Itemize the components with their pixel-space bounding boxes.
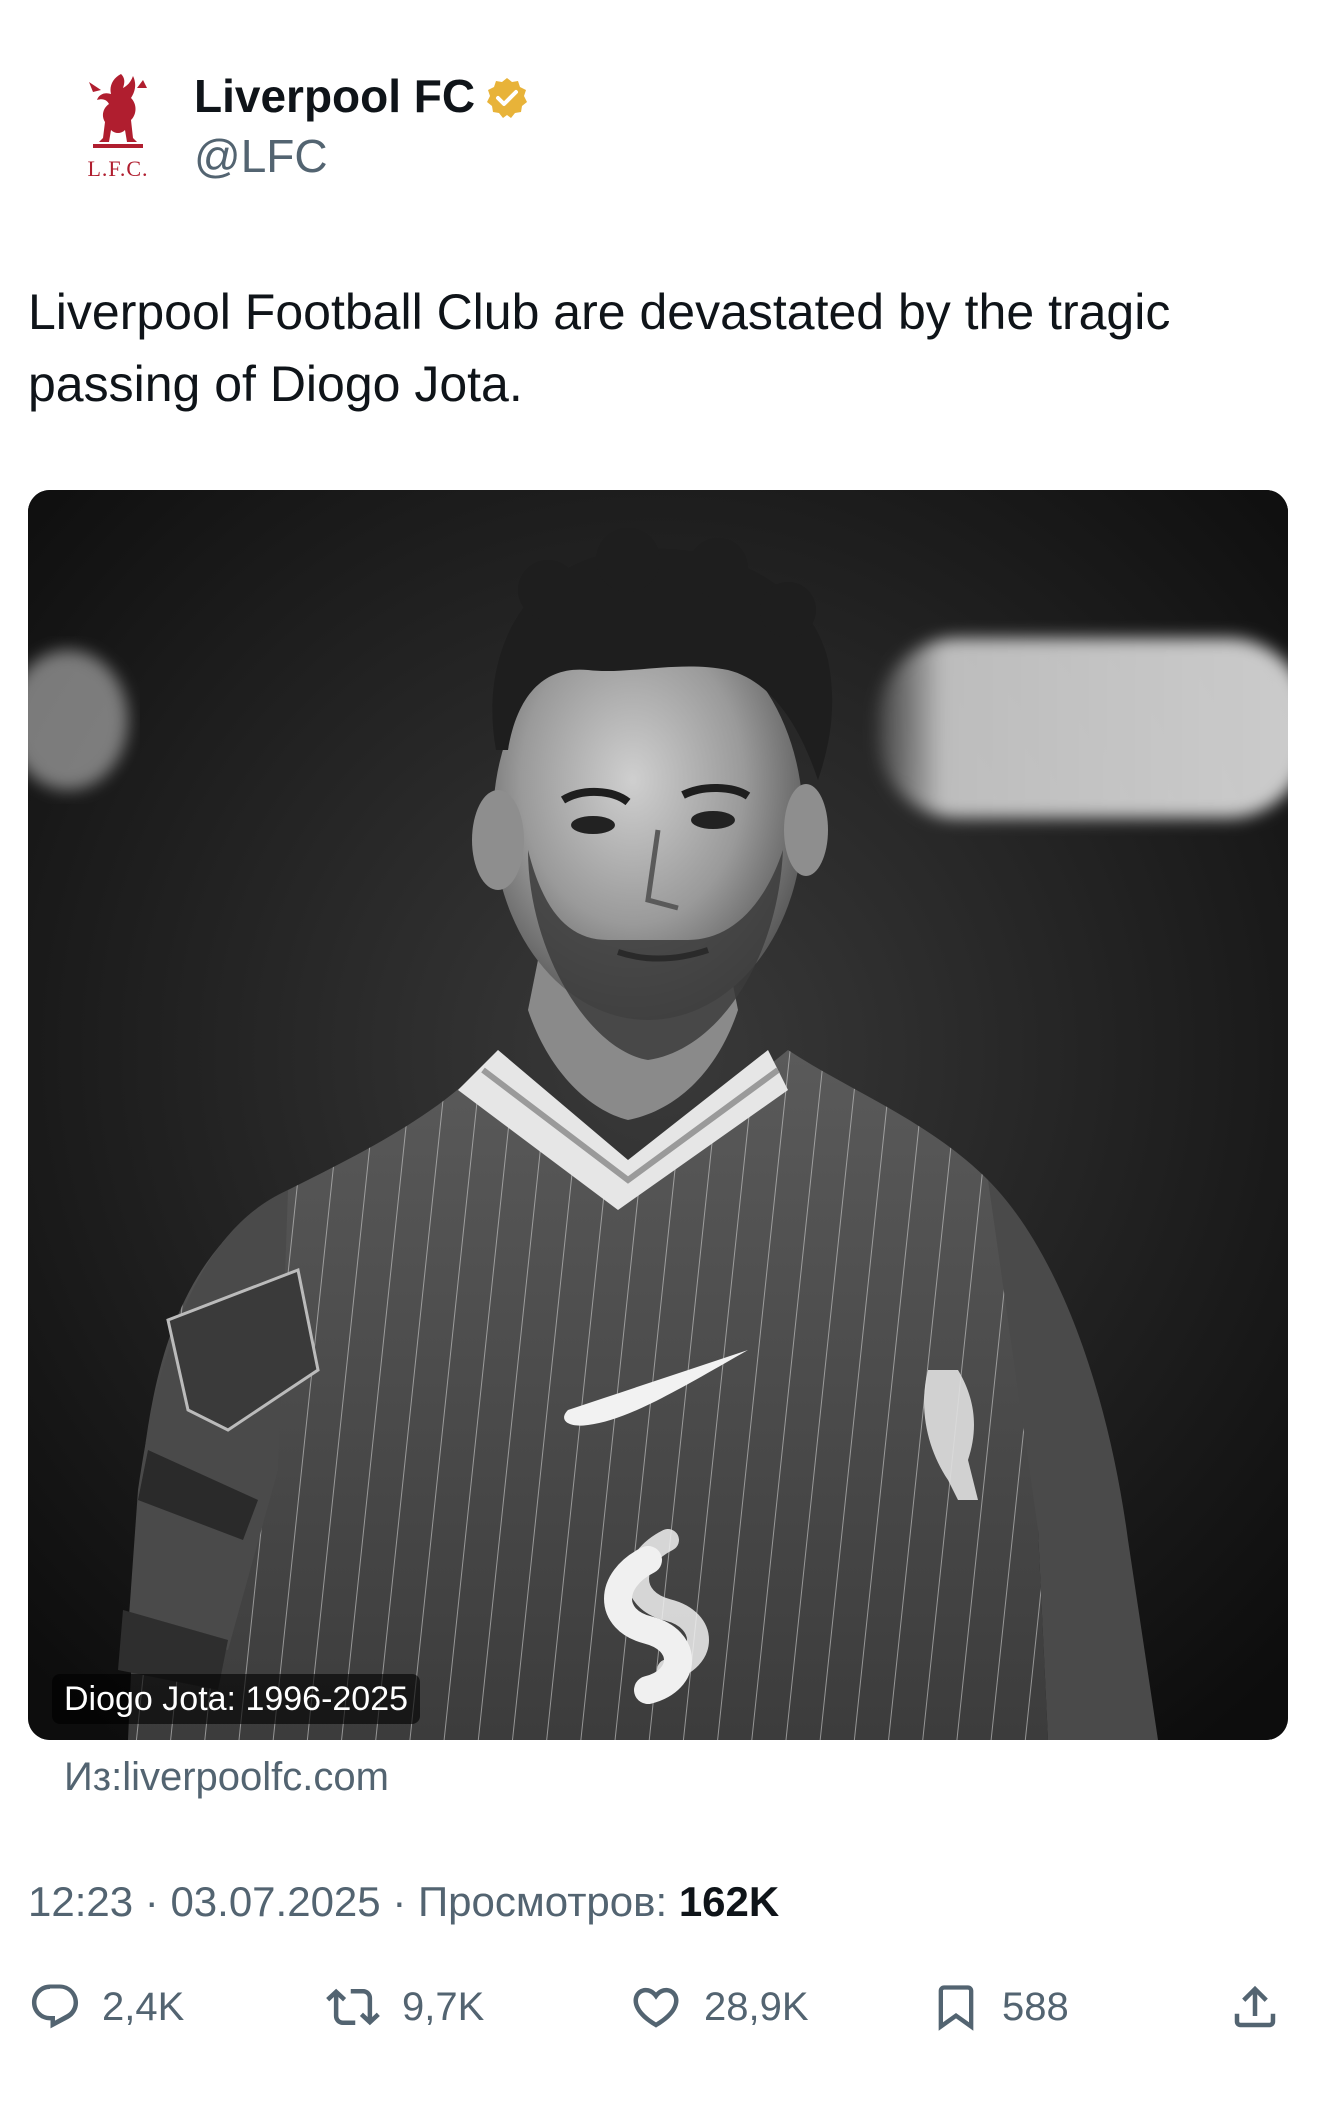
avatar[interactable]: L.F.C. <box>48 68 188 198</box>
tweet-action-bar: 2,4K 9,7K 28,9K 588 <box>28 1975 1292 2039</box>
reply-icon <box>31 1984 79 2029</box>
meta-separator: · <box>144 1878 171 1925</box>
player-photo <box>28 490 1288 1740</box>
author-block: Liverpool FC @LFC <box>194 66 529 186</box>
verified-badge-icon[interactable] <box>485 74 529 118</box>
tweet-meta: 12:23 · 03.07.2025 · Просмотров: 162K <box>28 1874 779 1930</box>
liverbird-crest-icon <box>89 74 147 148</box>
tweet-text: Liverpool Football Club are devastated b… <box>28 284 1171 412</box>
meta-separator: · <box>392 1878 418 1925</box>
tweet-time[interactable]: 12:23 <box>28 1878 133 1925</box>
bookmark-icon <box>938 1985 974 2031</box>
media-source-link[interactable]: Из:liverpoolfc.com <box>64 1752 389 1802</box>
tweet-media-image[interactable]: Diogo Jota: 1996-2025 <box>28 490 1288 1740</box>
views-label: Просмотров: <box>417 1878 668 1925</box>
like-icon <box>633 1987 679 2028</box>
share-icon <box>1234 1985 1276 2028</box>
author-display-name-row[interactable]: Liverpool FC <box>194 66 529 126</box>
tweet-header: L.F.C. Liverpool FC @LFC <box>28 60 1292 200</box>
like-count: 28,9K <box>704 1984 809 2029</box>
author-handle[interactable]: @LFC <box>194 126 529 186</box>
share-button[interactable] <box>1228 1975 1282 2039</box>
views-count: 162K <box>678 1878 780 1925</box>
retweet-count: 9,7K <box>402 1984 485 2029</box>
author-display-name[interactable]: Liverpool FC <box>194 66 475 126</box>
reply-button[interactable]: 2,4K <box>28 1975 184 2039</box>
retweet-icon <box>326 1988 380 2026</box>
bookmark-count: 588 <box>1002 1984 1069 2029</box>
bookmark-button[interactable]: 588 <box>930 1975 1069 2039</box>
media-caption: Diogo Jota: 1996-2025 <box>52 1674 421 1724</box>
like-button[interactable]: 28,9K <box>628 1975 809 2039</box>
tweet-date[interactable]: 03.07.2025 <box>170 1878 380 1925</box>
reply-count: 2,4K <box>102 1984 185 2029</box>
avatar-crest-text: L.F.C. <box>87 156 149 181</box>
retweet-button[interactable]: 9,7K <box>324 1975 484 2039</box>
